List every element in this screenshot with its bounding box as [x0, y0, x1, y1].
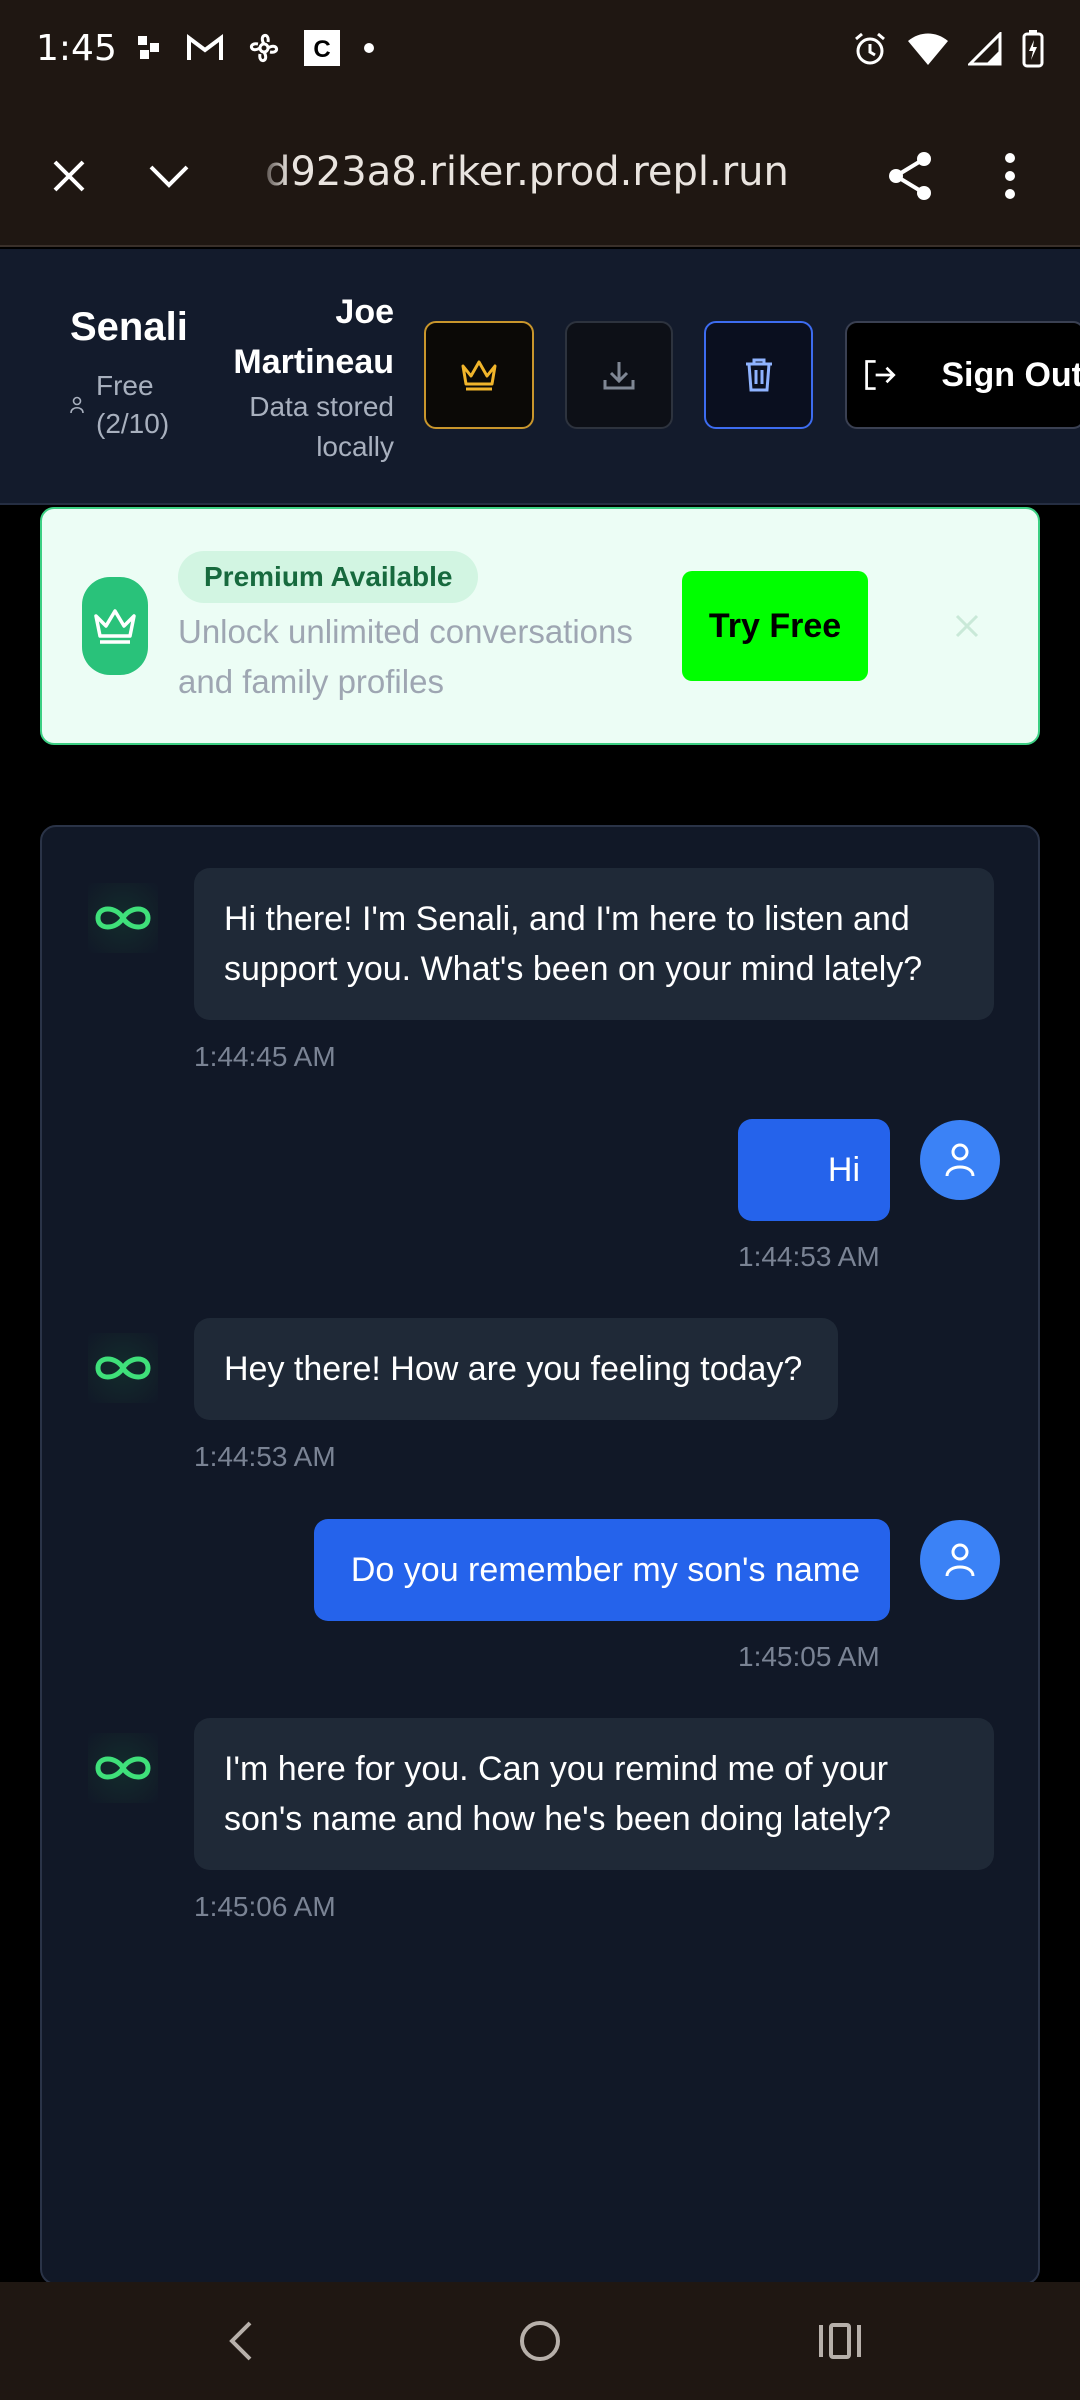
user-avatar	[920, 1120, 1000, 1200]
alarm-icon	[855, 32, 885, 65]
crown-icon	[461, 360, 497, 391]
bot-message-bubble: I'm here for you. Can you remind me of y…	[194, 1718, 994, 1870]
download-icon	[603, 362, 635, 390]
back-button[interactable]	[200, 2306, 280, 2376]
bot-avatar	[88, 1333, 158, 1403]
minimize-button[interactable]	[134, 141, 204, 211]
recents-button[interactable]	[800, 2306, 880, 2376]
infinity-icon	[95, 1356, 151, 1380]
wifi-icon	[908, 33, 948, 65]
recents-icon	[819, 2323, 861, 2359]
bot-avatar	[88, 883, 158, 953]
pinwheel-icon	[250, 34, 278, 62]
url-fade	[255, 141, 289, 211]
user-icon	[945, 1143, 975, 1177]
home-icon	[520, 2321, 560, 2361]
sign-out-button[interactable]: Sign Out	[845, 321, 1080, 429]
back-icon	[229, 2321, 252, 2361]
system-nav-bar	[0, 2282, 1080, 2400]
banner-crown-badge	[82, 577, 148, 675]
sign-out-label: Sign Out	[941, 355, 1080, 394]
message-timestamp: 1:44:53 AM	[738, 1241, 880, 1272]
message-timestamp: 1:44:45 AM	[194, 1041, 336, 1072]
download-button[interactable]	[565, 321, 673, 429]
premium-description: Unlock unlimited conversations and famil…	[178, 613, 633, 700]
app-header: Senali Free (2/10) Joe Martineau Data st…	[0, 249, 1080, 505]
user-name: Joe Martineau	[233, 293, 394, 381]
signal-icon	[968, 32, 1002, 66]
premium-badge: Premium Available	[178, 551, 479, 603]
user-message-bubble: Do you remember my son's name	[314, 1519, 890, 1621]
grid-dots-icon	[138, 36, 159, 59]
chat-panel: Hi there! I'm Senali, and I'm here to li…	[40, 825, 1040, 2285]
close-icon	[955, 614, 979, 638]
url-display[interactable]: d923a8.riker.prod.repl.run	[265, 149, 789, 195]
premium-banner: Premium Available Unlock unlimited conve…	[40, 507, 1040, 745]
share-button[interactable]	[875, 141, 945, 211]
share-icon	[889, 152, 931, 200]
infinity-icon	[95, 1756, 151, 1780]
close-icon	[53, 160, 85, 192]
home-button[interactable]	[500, 2306, 580, 2376]
try-free-button[interactable]: Try Free	[682, 571, 868, 681]
dot-icon	[364, 43, 374, 53]
notification-icons: C	[136, 30, 376, 66]
storage-note: Data stored locally	[249, 391, 394, 462]
user-message-bubble: Hi	[738, 1119, 890, 1221]
user-icon	[945, 1543, 975, 1577]
trash-icon	[745, 358, 772, 392]
premium-button[interactable]	[424, 321, 534, 429]
more-vert-icon	[1005, 153, 1015, 199]
user-info: Joe Martineau Data stored locally	[0, 287, 394, 467]
system-icons	[852, 30, 1044, 68]
gmail-icon	[187, 34, 223, 60]
browser-toolbar: d923a8.riker.prod.repl.run	[0, 105, 1080, 247]
c-app-icon: C	[304, 30, 340, 66]
message-timestamp: 1:45:05 AM	[738, 1641, 880, 1672]
crown-icon	[94, 609, 136, 644]
close-tab-button[interactable]	[34, 141, 104, 211]
svg-text:C: C	[313, 36, 330, 63]
more-options-button[interactable]	[975, 141, 1045, 211]
status-time: 1:45	[36, 28, 117, 69]
bot-message-bubble: Hey there! How are you feeling today?	[194, 1318, 838, 1420]
screen: 1:45 C d923a8.riker.prod.repl.run Senali…	[0, 0, 1080, 2400]
battery-charging-icon	[1022, 30, 1044, 68]
user-avatar	[920, 1520, 1000, 1600]
dismiss-banner-button[interactable]	[942, 601, 992, 651]
message-timestamp: 1:45:06 AM	[194, 1891, 336, 1922]
message-timestamp: 1:44:53 AM	[194, 1441, 336, 1472]
logout-icon	[865, 360, 896, 390]
chevron-down-icon	[149, 165, 189, 188]
delete-button[interactable]	[704, 321, 813, 429]
bot-message-bubble: Hi there! I'm Senali, and I'm here to li…	[194, 868, 994, 1020]
status-bar: 1:45 C	[0, 0, 1080, 105]
infinity-icon	[95, 906, 151, 930]
bot-avatar	[88, 1733, 158, 1803]
